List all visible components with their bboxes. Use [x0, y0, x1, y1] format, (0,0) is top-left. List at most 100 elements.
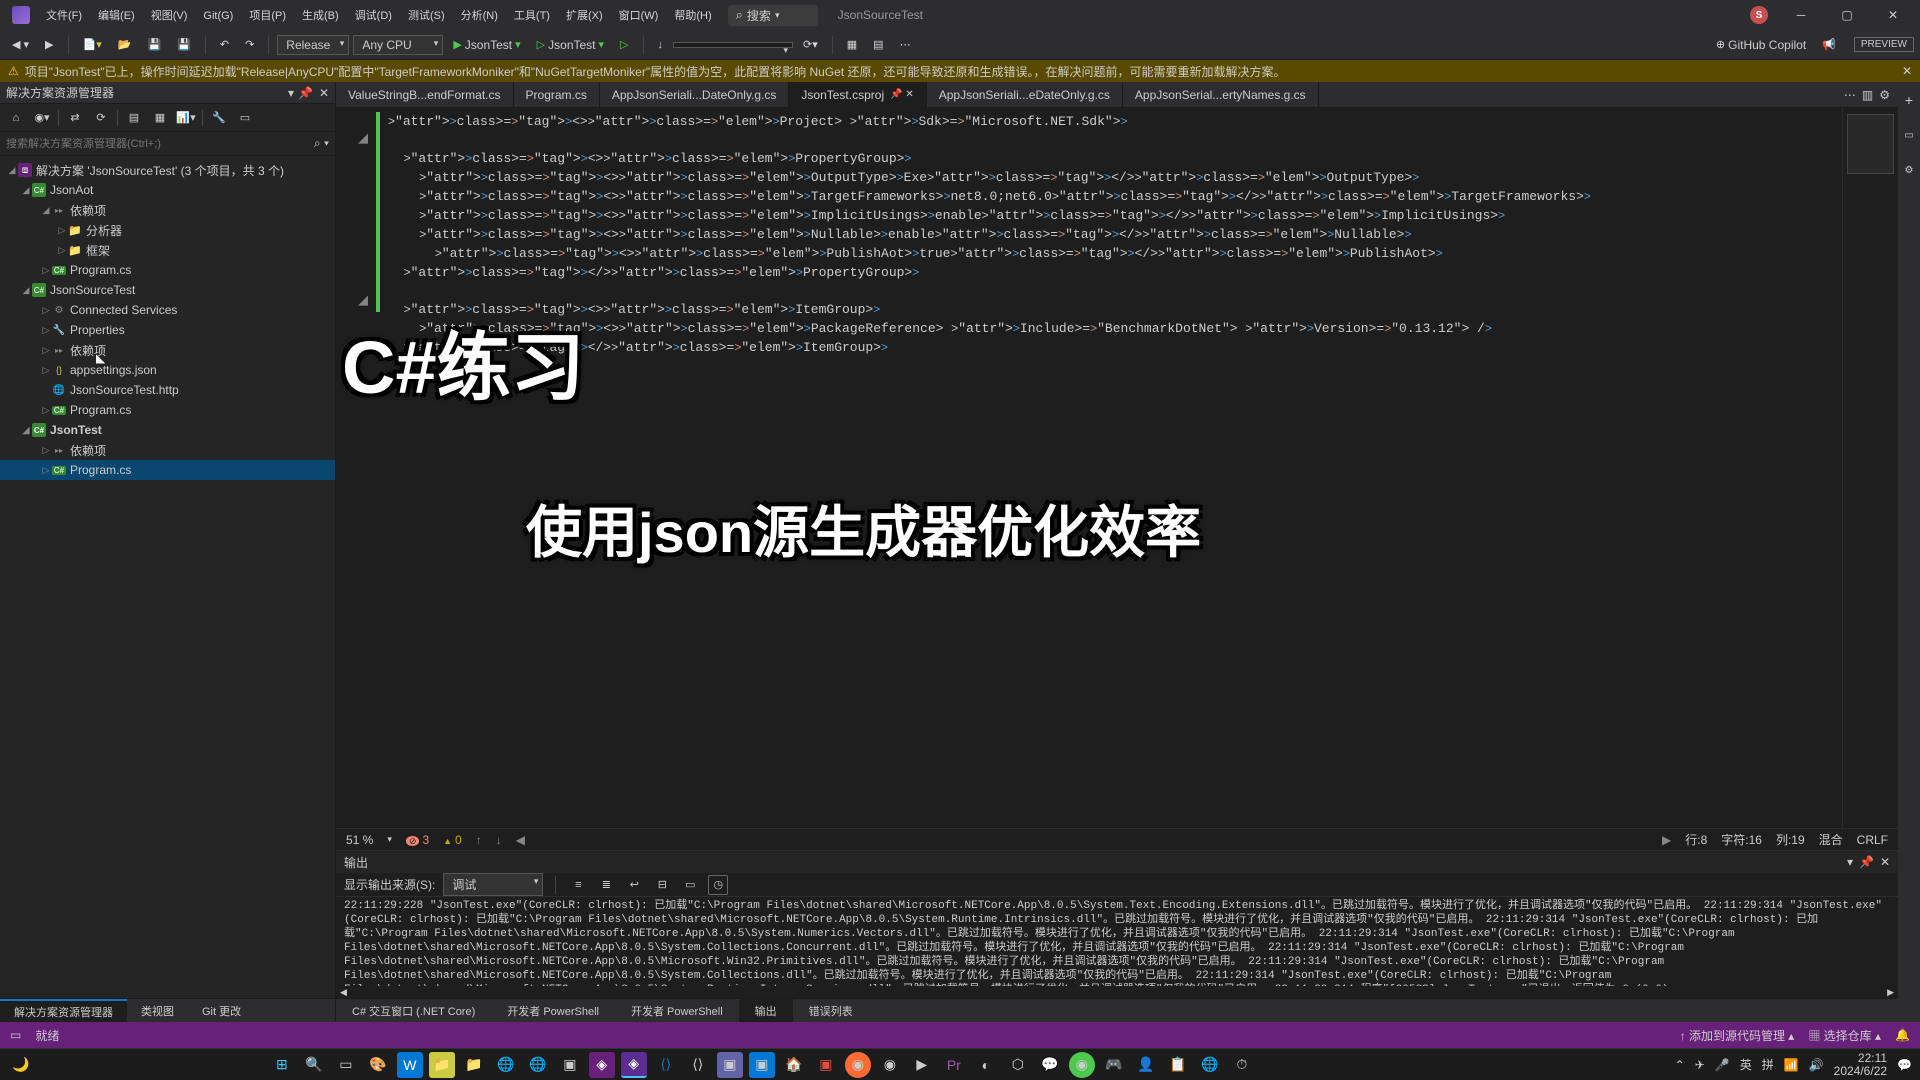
properties-node[interactable]: ▷Properties — [0, 320, 335, 340]
frameworks-node[interactable]: ▷框架 — [0, 240, 335, 260]
app-icon[interactable]: ▶ — [909, 1052, 935, 1078]
menu-item[interactable]: 项目(P) — [241, 10, 294, 22]
vscode-icon[interactable]: ⟨⟩ — [653, 1052, 679, 1078]
forward-button[interactable]: ▶ — [39, 35, 59, 54]
menu-item[interactable]: 窗口(W) — [611, 10, 667, 22]
app-icon[interactable]: 📁 — [429, 1052, 455, 1078]
switch-view-icon[interactable]: ◉▾ — [32, 108, 52, 128]
editor-tab[interactable]: AppJsonSeriali...eDateOnly.g.cs — [927, 82, 1123, 107]
analyzers-node[interactable]: ▷分析器 — [0, 220, 335, 240]
start-button[interactable]: ▶ JsonTest ▾ — [447, 35, 526, 55]
search-input[interactable] — [6, 138, 314, 150]
app-icon[interactable]: 🏠 — [781, 1052, 807, 1078]
play-button[interactable]: ▷ — [614, 35, 634, 54]
menu-item[interactable]: 分析(N) — [453, 10, 506, 22]
menu-item[interactable]: 帮助(H) — [666, 10, 719, 22]
new-button[interactable]: 📄▾ — [77, 35, 108, 54]
error-count[interactable]: 3 — [406, 833, 429, 847]
refresh-icon[interactable]: ⟳ — [91, 108, 111, 128]
properties-icon[interactable]: 🔧 — [209, 108, 229, 128]
weather-icon[interactable]: 🌙 — [8, 1052, 34, 1078]
toggle-icon[interactable]: ≣ — [596, 875, 616, 895]
tray-icon[interactable]: 🎤 — [1715, 1058, 1730, 1072]
app-icon[interactable]: 🎮 — [1101, 1052, 1127, 1078]
tab-overflow[interactable]: ⋯ — [1844, 88, 1856, 102]
app-icon[interactable]: 💬 — [1037, 1052, 1063, 1078]
tray-icon[interactable]: ✈ — [1695, 1058, 1705, 1072]
search-icon[interactable]: 🔍 — [301, 1052, 327, 1078]
filter-icon[interactable]: 📊▾ — [176, 108, 196, 128]
menu-item[interactable]: 文件(F) — [38, 10, 90, 22]
pin-icon[interactable]: 📌 — [298, 86, 313, 100]
file-node[interactable]: ▷Program.cs — [0, 260, 335, 280]
output-tab[interactable]: 开发者 PowerShell — [615, 999, 739, 1022]
deps-node[interactable]: ◢依赖项 — [0, 200, 335, 220]
rail-tab[interactable]: ⚙ — [1902, 159, 1917, 182]
output-text[interactable]: 22:11:29:228 "JsonTest.exe"(CoreCLR: clr… — [336, 897, 1898, 986]
app-icon[interactable]: ◉ — [1069, 1052, 1095, 1078]
app-icon[interactable]: ▣ — [717, 1052, 743, 1078]
scroll-left[interactable]: ◀ — [340, 987, 347, 998]
scroll-right[interactable]: ▶ — [1887, 987, 1894, 998]
add-tab-button[interactable]: + — [1897, 88, 1920, 112]
project-node[interactable]: ◢C#JsonTest — [0, 420, 335, 440]
sidebar-tab[interactable]: Git 更改 — [188, 999, 255, 1022]
app-icon[interactable]: 🌐 — [525, 1052, 551, 1078]
app-icon[interactable]: ◉ — [877, 1052, 903, 1078]
back-button[interactable]: ◀ ▾ — [6, 35, 35, 54]
open-button[interactable]: 📂 — [112, 35, 138, 54]
volume-icon[interactable]: 🔊 — [1809, 1058, 1824, 1072]
step-button[interactable]: ↓ — [652, 36, 670, 54]
maximize-button[interactable]: ▢ — [1824, 0, 1870, 30]
collapse-icon[interactable]: ▤ — [124, 108, 144, 128]
app-icon[interactable]: ⬡ — [1005, 1052, 1031, 1078]
vs-icon[interactable]: ◈ — [589, 1052, 615, 1078]
process-dropdown[interactable] — [673, 42, 793, 48]
app-icon[interactable]: 🌐 — [1197, 1052, 1223, 1078]
minimap-thumb[interactable] — [1847, 114, 1894, 174]
sidebar-tab[interactable]: 类视图 — [127, 999, 188, 1022]
menu-item[interactable]: 工具(T) — [506, 10, 558, 22]
split-icon[interactable]: ▥ — [1862, 88, 1873, 102]
minimize-button[interactable]: ─ — [1778, 0, 1824, 30]
save-all-button[interactable]: 💾 — [171, 35, 197, 54]
output-dropdown[interactable]: ▾ — [1847, 855, 1853, 869]
redo-button[interactable]: ↷ — [239, 35, 260, 54]
menu-item[interactable]: 测试(S) — [400, 10, 453, 22]
home-icon[interactable]: ⌂ — [6, 108, 26, 128]
show-all-icon[interactable]: ▦ — [150, 108, 170, 128]
message-icon[interactable]: ▭ — [680, 875, 700, 895]
repo-button[interactable]: ▦ 选择仓库 ▴ — [1808, 1027, 1881, 1044]
app-icon[interactable]: ⟨⟩ — [685, 1052, 711, 1078]
close-output-button[interactable]: ✕ — [1880, 855, 1890, 869]
ime-indicator[interactable]: 拼 — [1762, 1056, 1774, 1073]
user-avatar[interactable]: S — [1750, 6, 1768, 24]
taskview-icon[interactable]: ▭ — [333, 1052, 359, 1078]
file-node[interactable]: JsonSourceTest.http — [0, 380, 335, 400]
search-box[interactable]: 搜索▾ — [728, 5, 818, 26]
notification-icon[interactable]: 💬 — [1897, 1058, 1912, 1072]
output-tab[interactable]: 输出 — [739, 999, 793, 1022]
sidebar-tab[interactable]: 解决方案资源管理器 — [0, 999, 127, 1022]
start-nodebug-button[interactable]: ▷ JsonTest ▾ — [531, 35, 610, 55]
editor-tab[interactable]: AppJsonSeriali...DateOnly.g.cs — [600, 82, 790, 107]
network-icon[interactable]: 📶 — [1784, 1058, 1799, 1072]
autoscroll-icon[interactable]: ⊟ — [652, 875, 672, 895]
explorer-icon[interactable]: 📁 — [461, 1052, 487, 1078]
save-button[interactable]: 💾 — [141, 35, 167, 54]
solution-node[interactable]: ◢⧈解决方案 'JsonSourceTest' (3 个项目，共 3 个) — [0, 160, 335, 180]
output-tab[interactable]: C# 交互窗口 (.NET Core) — [336, 999, 491, 1022]
start-icon[interactable]: ⊞ — [269, 1052, 295, 1078]
view-button[interactable]: ▤ — [867, 35, 889, 54]
menu-item[interactable]: 生成(B) — [294, 10, 347, 22]
scroll-right[interactable]: ▶ — [1662, 833, 1671, 847]
app-icon[interactable]: ◉ — [845, 1052, 871, 1078]
app-icon[interactable]: 📋 — [1165, 1052, 1191, 1078]
platform-dropdown[interactable]: Any CPU — [353, 35, 443, 55]
settings-icon[interactable]: ⚙ — [1879, 88, 1890, 102]
close-warning-button[interactable]: ✕ — [1902, 64, 1912, 78]
zoom-level[interactable]: 51 % — [346, 833, 373, 847]
output-tab[interactable]: 开发者 PowerShell — [491, 999, 615, 1022]
refresh-button[interactable]: ⟳▾ — [797, 35, 824, 54]
sync-icon[interactable]: ⇄ — [65, 108, 85, 128]
